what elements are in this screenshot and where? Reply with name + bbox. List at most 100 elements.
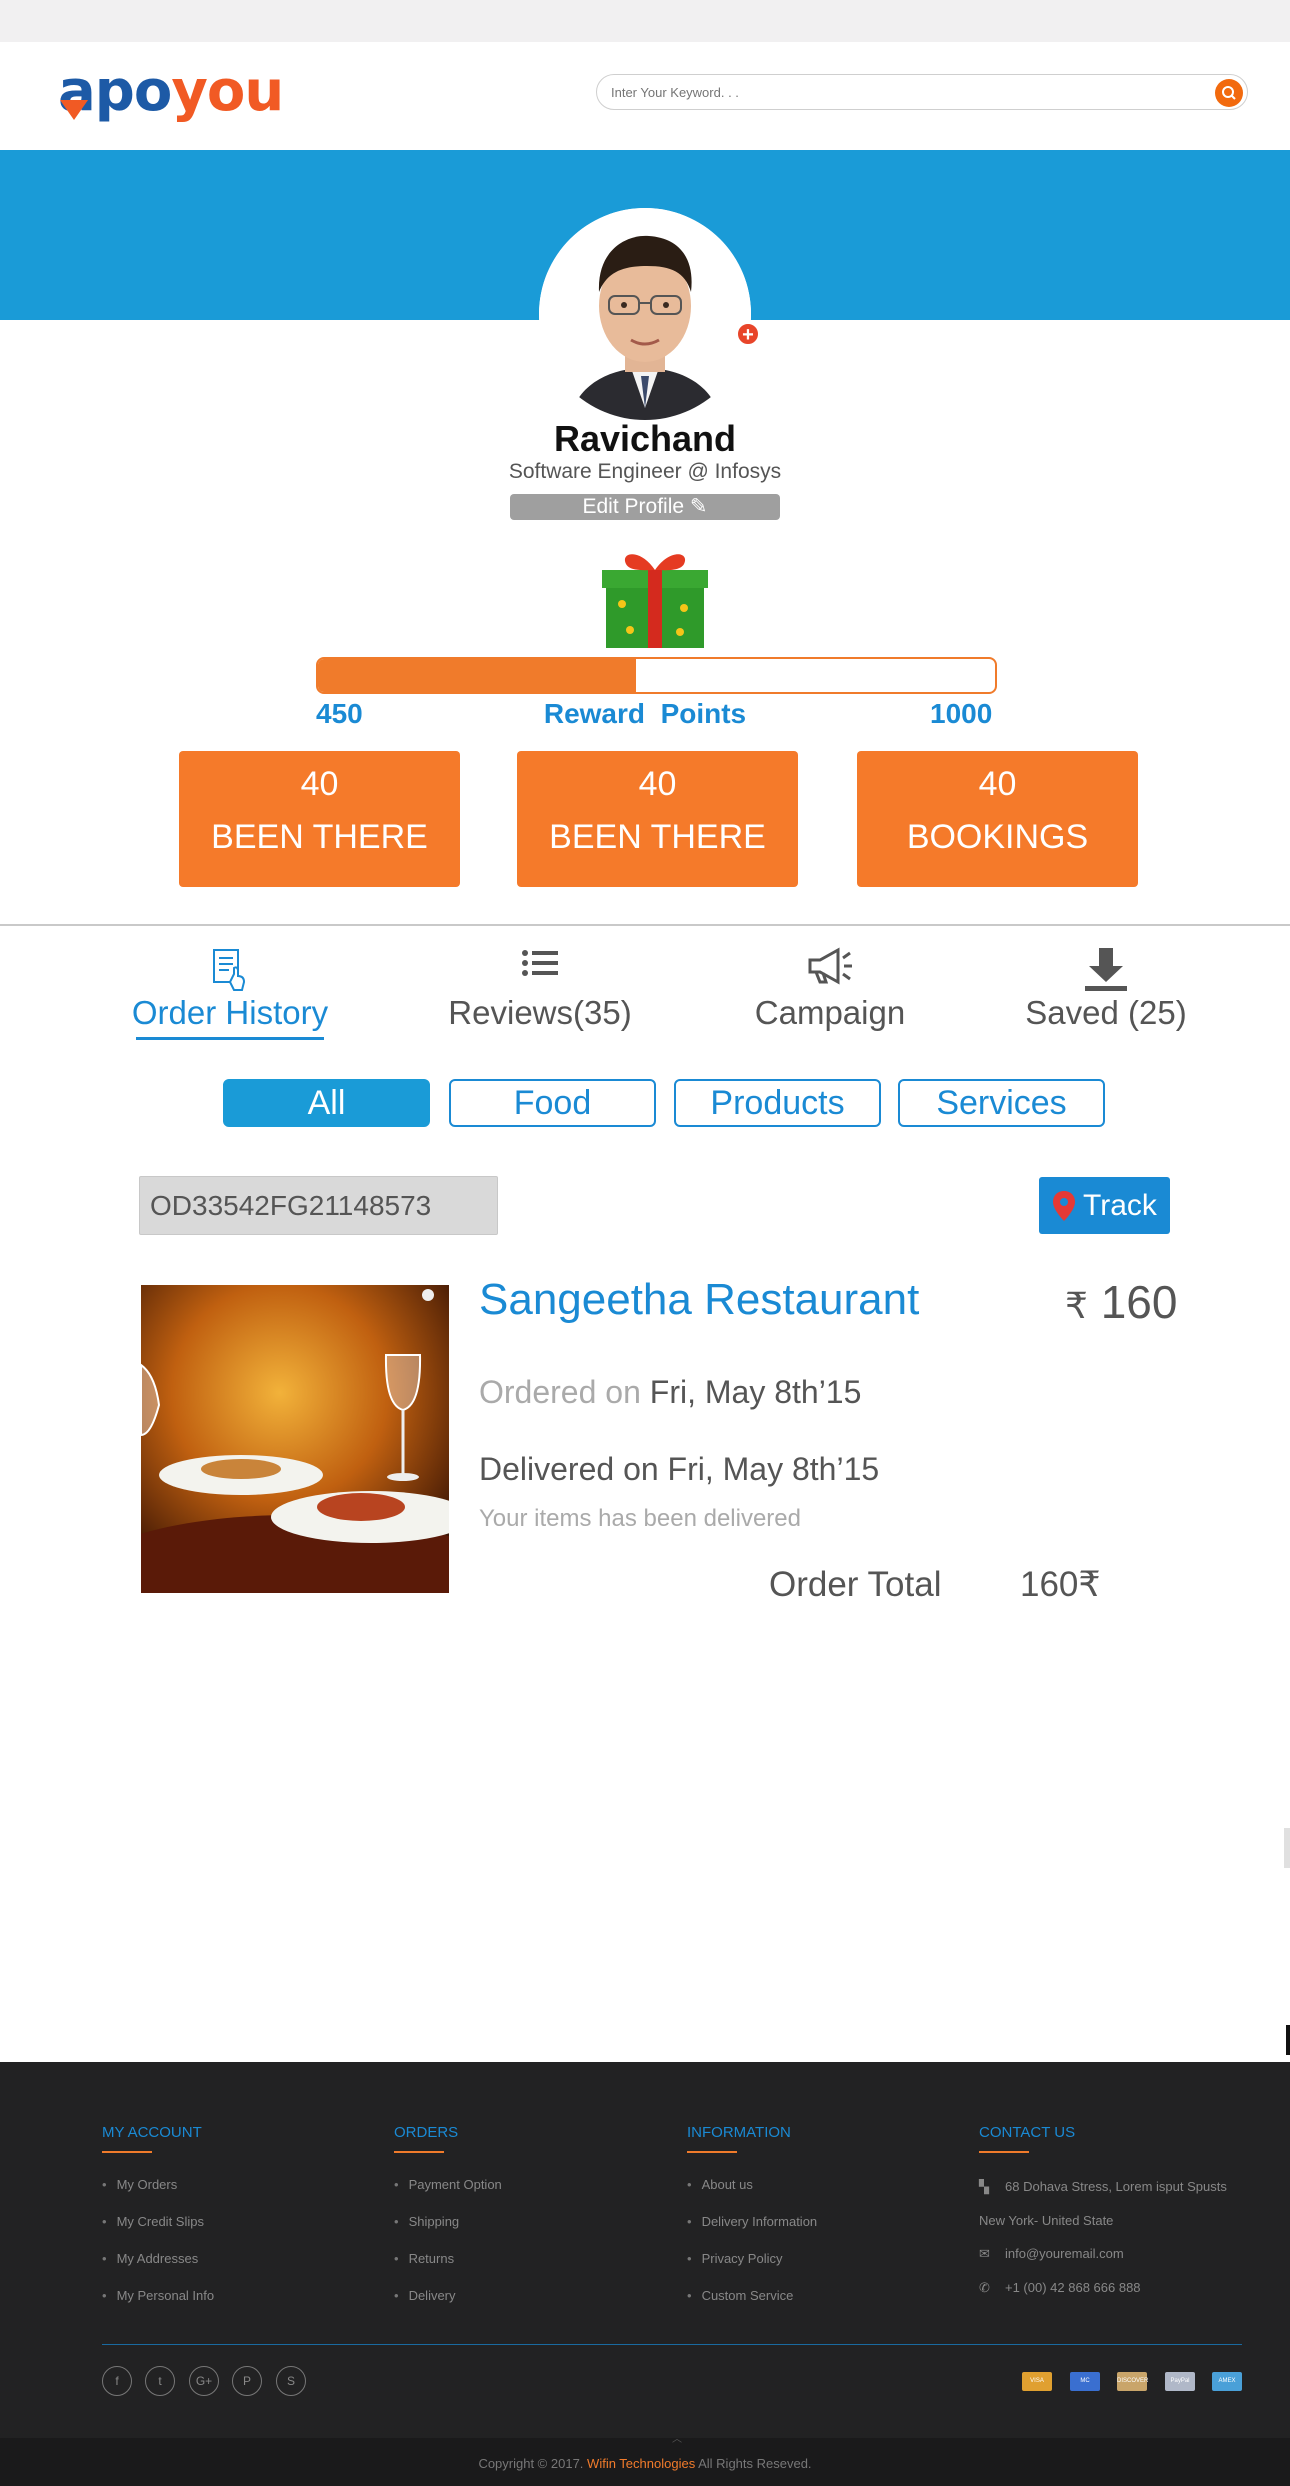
delivered-on: Delivered on Fri, May 8th’15: [479, 1451, 880, 1487]
track-button[interactable]: Track: [1039, 1177, 1170, 1234]
map-pin-icon: [1053, 1191, 1075, 1221]
top-strip: [0, 0, 1290, 42]
footer-link[interactable]: About us: [687, 2177, 817, 2192]
tab-label: Campaign: [754, 994, 906, 1031]
reward-progress-fill: [318, 659, 637, 692]
filter-services[interactable]: Services: [898, 1079, 1105, 1127]
stat-value: 40: [638, 765, 677, 803]
search-input[interactable]: [611, 83, 1171, 101]
stat-value: 40: [300, 765, 339, 803]
add-photo-button[interactable]: +: [736, 322, 760, 346]
order-total-label: Order Total: [769, 1565, 942, 1604]
tab-label: Order History: [131, 994, 329, 1031]
footer-information: INFORMATION About us Delivery Informatio…: [687, 2124, 817, 2325]
tab-label: Reviews(35): [448, 994, 632, 1031]
reward-label: Reward Points: [543, 698, 747, 729]
footer-link[interactable]: My Personal Info: [102, 2288, 215, 2303]
tab-campaign[interactable]: Campaign: [730, 940, 930, 1045]
logo-text: apoyou: [58, 59, 284, 124]
order-id: OD33542FG21148573: [139, 1176, 498, 1235]
company-link[interactable]: Wifin Technologies: [587, 2456, 695, 2471]
filter-food[interactable]: Food: [449, 1079, 656, 1127]
edit-profile-label: Edit Profile: [582, 495, 685, 518]
side-edge-decoration: [1286, 2025, 1290, 2055]
user-name: Ravichand: [553, 418, 737, 459]
filter-products[interactable]: Products: [674, 1079, 881, 1127]
contact-address-line2: New York- United State: [979, 2213, 1114, 2228]
footer-heading: CONTACT US: [979, 2124, 1076, 2141]
discover-icon: DISCOVER: [1117, 2372, 1148, 2391]
footer-heading: INFORMATION: [687, 2124, 791, 2141]
order-price: ₹ 160: [1065, 1275, 1177, 1329]
copyright: Copyright © 2017. Wifin Technologies All…: [478, 2456, 812, 2471]
envelope-icon: ✉: [979, 2246, 990, 2261]
stat-label: BOOKINGS: [906, 818, 1089, 856]
footer-heading: ORDERS: [394, 2124, 459, 2141]
brand-logo[interactable]: apoyou: [58, 62, 298, 122]
side-edge-decoration: [1284, 1828, 1290, 1868]
reward-progress-bar: [316, 657, 997, 694]
stat-value: 40: [978, 765, 1017, 803]
footer-orders: ORDERS Payment Option Shipping Returns D…: [394, 2124, 502, 2325]
contact-phone: ✆ +1 (00) 42 868 666 888: [979, 2280, 1141, 2295]
stat-card-been-there[interactable]: 40 BEEN THERE: [179, 751, 460, 887]
tab-reviews[interactable]: Reviews(35): [440, 940, 640, 1045]
heading-underline: [687, 2151, 737, 2153]
active-tab-underline: [136, 1037, 324, 1040]
stat-card-been-there-2[interactable]: 40 BEEN THERE: [517, 751, 798, 887]
tab-label: Saved (25): [1025, 994, 1187, 1031]
restaurant-photo: [141, 1285, 449, 1593]
edit-profile-button[interactable]: Edit Profile ✎: [510, 494, 780, 520]
map-icon: ▚: [979, 2179, 989, 2194]
footer-link[interactable]: Returns: [394, 2251, 502, 2266]
footer-link[interactable]: Delivery: [394, 2288, 502, 2303]
ordered-on: Ordered on Fri, May 8th’15: [479, 1374, 861, 1411]
paypal-icon: PayPal: [1165, 2372, 1195, 2391]
stat-card-bookings[interactable]: 40 BOOKINGS: [857, 751, 1138, 887]
visa-icon: VISA: [1022, 2372, 1052, 2391]
contact-email[interactable]: ✉ info@youremail.com: [979, 2246, 1227, 2262]
footer-link[interactable]: Shipping: [394, 2214, 502, 2229]
heading-underline: [394, 2151, 444, 2153]
contact-address: ▚ 68 Dohava Stress, Lorem isput Spusts: [979, 2179, 1227, 2194]
rupee-symbol: ₹: [1065, 1285, 1088, 1326]
facebook-icon[interactable]: f: [102, 2366, 132, 2396]
track-label: Track: [1083, 1189, 1157, 1222]
scroll-top-icon[interactable]: ︿: [672, 2430, 684, 2445]
price-value: 160: [1100, 1276, 1178, 1328]
footer-link[interactable]: My Credit Slips: [102, 2214, 214, 2229]
twitter-icon[interactable]: t: [145, 2366, 175, 2396]
tab-saved[interactable]: Saved (25): [1006, 940, 1206, 1045]
tab-order-history[interactable]: Order History: [116, 940, 344, 1045]
phone-icon: ✆: [979, 2280, 990, 2295]
footer-my-account: MY ACCOUNT My Orders My Credit Slips My …: [102, 2124, 214, 2325]
footer-link[interactable]: My Orders: [102, 2177, 214, 2192]
order-total-value: 160₹: [1020, 1565, 1101, 1604]
list-icon: [522, 950, 558, 976]
section-divider: [0, 924, 1290, 926]
restaurant-name[interactable]: Sangeetha Restaurant: [479, 1275, 919, 1325]
avatar[interactable]: [539, 208, 751, 420]
search-bar: [596, 74, 1248, 110]
search-button[interactable]: [1215, 79, 1243, 107]
delivery-note: Your items has been delivered: [479, 1505, 801, 1532]
footer-link[interactable]: My Addresses: [102, 2251, 214, 2266]
footer-link[interactable]: Payment Option: [394, 2177, 502, 2192]
footer-link[interactable]: Delivery Information: [687, 2214, 818, 2229]
footer-divider: [102, 2344, 1242, 2345]
stat-label: BEEN THERE: [549, 818, 766, 856]
receipt-hand-icon: [213, 949, 246, 991]
ordered-date: Fri, May 8th’15: [649, 1374, 862, 1410]
restaurant-image[interactable]: [141, 1285, 449, 1593]
pinterest-icon[interactable]: P: [232, 2366, 262, 2396]
megaphone-icon: [808, 947, 852, 985]
footer-link[interactable]: Privacy Policy: [687, 2251, 817, 2266]
footer-link[interactable]: Custom Service: [687, 2288, 817, 2303]
logo-pin-icon: [60, 100, 88, 120]
skype-icon[interactable]: S: [276, 2366, 306, 2396]
filter-all[interactable]: All: [223, 1079, 430, 1127]
amex-icon: AMEX: [1212, 2372, 1242, 2391]
google-plus-icon[interactable]: G+: [189, 2366, 219, 2396]
heading-underline: [979, 2151, 1029, 2153]
user-title: Software Engineer @ Infosys: [508, 460, 782, 483]
